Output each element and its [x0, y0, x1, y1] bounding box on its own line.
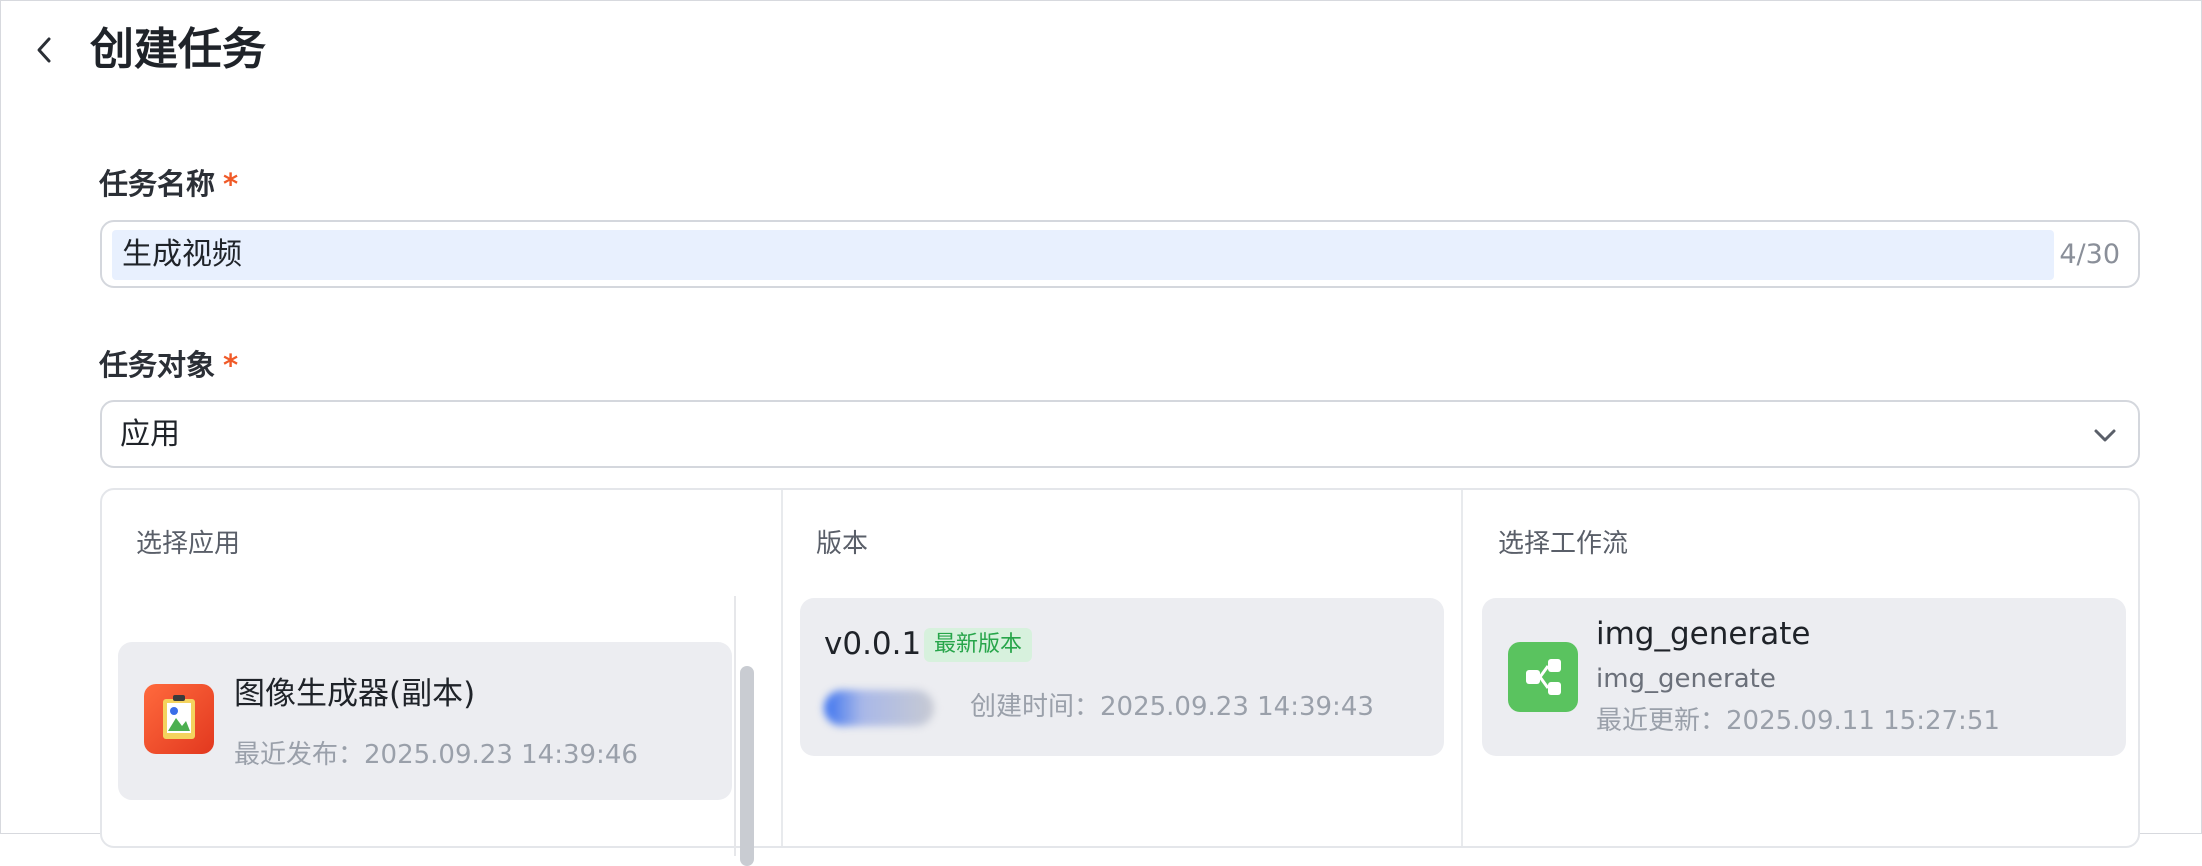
back-button[interactable]	[22, 28, 66, 72]
task-target-selected: 应用	[120, 417, 180, 452]
workflow-column-header: 选择工作流	[1498, 529, 1629, 559]
scrollbar-thumb[interactable]	[740, 666, 754, 866]
task-name-label-text: 任务名称	[99, 167, 216, 201]
task-name-input[interactable]: 生成视频 4/30	[100, 220, 2140, 288]
image-app-icon	[144, 684, 214, 754]
workflow-nodes-icon	[1508, 642, 1578, 712]
char-counter: 4/30	[2059, 239, 2120, 270]
app-icon-graphic	[163, 695, 195, 739]
workflow-icon-graphic	[1526, 659, 1561, 695]
blurred-avatar	[824, 690, 934, 726]
selection-panel: 选择应用 图像生成器(副本) 最近发布：2025.09.23 14:39:46 …	[100, 488, 2140, 866]
workflow-id: img_generate	[1596, 664, 1776, 694]
required-mark: *	[223, 167, 239, 201]
version-number: v0.0.1	[824, 626, 922, 662]
latest-version-badge: 最新版本	[924, 628, 1033, 662]
column-divider	[1461, 490, 1463, 846]
app-card[interactable]: 图像生成器(副本) 最近发布：2025.09.23 14:39:46	[118, 642, 732, 800]
version-column-header: 版本	[816, 529, 869, 559]
workflow-card[interactable]: img_generate img_generate 最近更新：2025.09.1…	[1482, 598, 2126, 756]
chevron-left-icon	[37, 37, 51, 63]
workflow-updated-time: 最近更新：2025.09.11 15:27:51	[1596, 706, 2000, 736]
task-target-label-text: 任务对象	[99, 348, 216, 382]
task-name-label: 任务名称 *	[99, 164, 238, 204]
scrollbar-track	[734, 596, 736, 856]
task-name-value[interactable]: 生成视频	[122, 232, 242, 278]
required-mark: *	[223, 348, 239, 382]
workflow-name: img_generate	[1596, 616, 1811, 652]
chevron-down-icon	[2094, 429, 2116, 442]
column-divider	[781, 490, 783, 846]
task-target-select[interactable]: 应用	[100, 400, 2140, 468]
version-created-time: 创建时间：2025.09.23 14:39:43	[970, 692, 1374, 722]
page-header: 创建任务	[0, 0, 2202, 100]
task-target-label: 任务对象 *	[99, 345, 238, 385]
app-name: 图像生成器(副本)	[234, 676, 476, 712]
version-card[interactable]: v0.0.1 最新版本 创建时间：2025.09.23 14:39:43	[800, 598, 1444, 756]
page-title: 创建任务	[90, 24, 266, 75]
app-column-header: 选择应用	[136, 529, 241, 559]
app-published-time: 最近发布：2025.09.23 14:39:46	[234, 740, 638, 770]
input-highlight	[112, 230, 2054, 280]
